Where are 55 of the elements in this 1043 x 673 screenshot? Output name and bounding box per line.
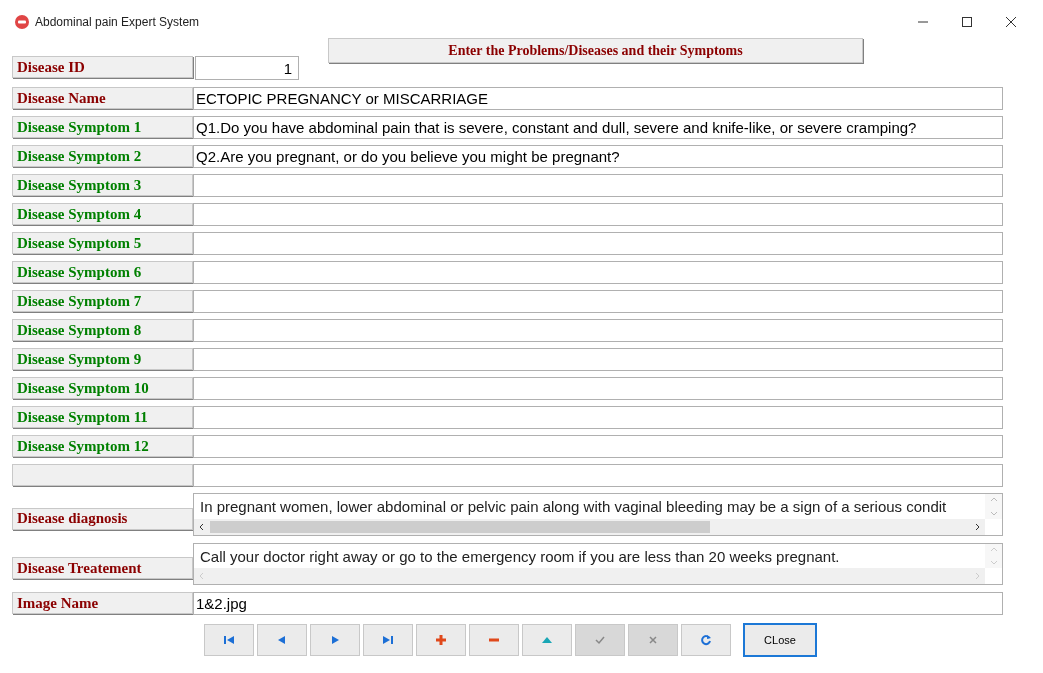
toolbar-button[interactable] — [363, 624, 413, 656]
window-title: Abdominal pain Expert System — [35, 14, 200, 31]
input-field[interactable] — [193, 289, 1003, 313]
maximize-icon — [962, 17, 972, 27]
close-form-button[interactable]: CLose — [743, 623, 817, 657]
memo-text: Call your doctor right away or go to the emergency room if you are less than 20 weeks pregnant. — [199, 546, 841, 567]
vertical-scrollbar[interactable] — [985, 494, 1002, 519]
close-icon — [1006, 17, 1016, 27]
toolbar-button[interactable] — [469, 624, 519, 656]
first-record-icon — [222, 633, 236, 647]
refresh-icon — [699, 633, 713, 647]
input-field[interactable] — [193, 231, 1003, 255]
input-field[interactable]: ECTOPIC PREGNANCY or MISCARRIAGE — [193, 86, 1003, 110]
input-field[interactable] — [193, 463, 1003, 487]
toolbar-button[interactable] — [681, 624, 731, 656]
field-label: Disease Symptom 2 — [12, 145, 193, 167]
input-field[interactable] — [193, 376, 1003, 400]
plus-icon — [434, 633, 448, 647]
memo-field[interactable]: In pregnant women, lower abdominal or pelvic pain along with vaginal bleeding may be a sign of a serious condit — [193, 493, 1003, 536]
horizontal-scrollbar[interactable] — [194, 518, 985, 535]
input-field[interactable] — [193, 434, 1003, 458]
input-field[interactable] — [193, 260, 1003, 284]
field-label: Disease Symptom 10 — [12, 377, 193, 399]
field-label: Disease Symptom 5 — [12, 232, 193, 254]
input-field[interactable] — [193, 347, 1003, 371]
header-button[interactable]: Enter the Problems/Diseases and their Symptoms — [328, 38, 863, 63]
field-label: Disease Symptom 7 — [12, 290, 193, 312]
field-label: Disease Symptom 3 — [12, 174, 193, 196]
field-label: Disease Symptom 9 — [12, 348, 193, 370]
field-label: Image Name — [12, 592, 193, 614]
input-field[interactable] — [193, 318, 1003, 342]
field-label: Disease ID — [12, 56, 193, 78]
vertical-scrollbar[interactable] — [985, 543, 1002, 568]
input-field[interactable]: 1 — [195, 56, 299, 80]
field-label: Disease Treatement — [12, 557, 193, 579]
toolbar-button[interactable] — [416, 624, 466, 656]
field-label: Disease diagnosis — [12, 507, 193, 530]
field-label: Disease Symptom 1 — [12, 116, 193, 138]
app-icon — [15, 15, 29, 29]
last-record-icon — [381, 633, 395, 647]
memo-text: In pregnant women, lower abdominal or pelvic pain along with vaginal bleeding may be a sign of a serious condit — [199, 497, 948, 517]
field-label: Disease Symptom 6 — [12, 261, 193, 283]
input-field[interactable]: Q1.Do you have abdominal pain that is severe, constant and dull, severe and knife-like, or severe cramping? — [193, 115, 1003, 139]
input-field[interactable] — [193, 405, 1003, 429]
toolbar-button[interactable] — [204, 624, 254, 656]
field-label: Disease Symptom 11 — [12, 406, 193, 428]
input-field[interactable]: 1&2.jpg — [193, 591, 1003, 615]
input-field[interactable] — [193, 173, 1003, 197]
field-label: Disease Symptom 8 — [12, 319, 193, 341]
memo-field[interactable]: Call your doctor right away or go to the emergency room if you are less than 20 weeks pregnant. — [193, 542, 1003, 585]
field-label: Disease Symptom 4 — [12, 203, 193, 225]
input-field[interactable]: Q2.Are you pregnant, or do you believe you might be pregnant? — [193, 144, 1003, 168]
field-label: Disease Name — [12, 87, 193, 109]
input-field[interactable] — [193, 202, 1003, 226]
field-label: Disease Symptom 12 — [12, 435, 193, 457]
